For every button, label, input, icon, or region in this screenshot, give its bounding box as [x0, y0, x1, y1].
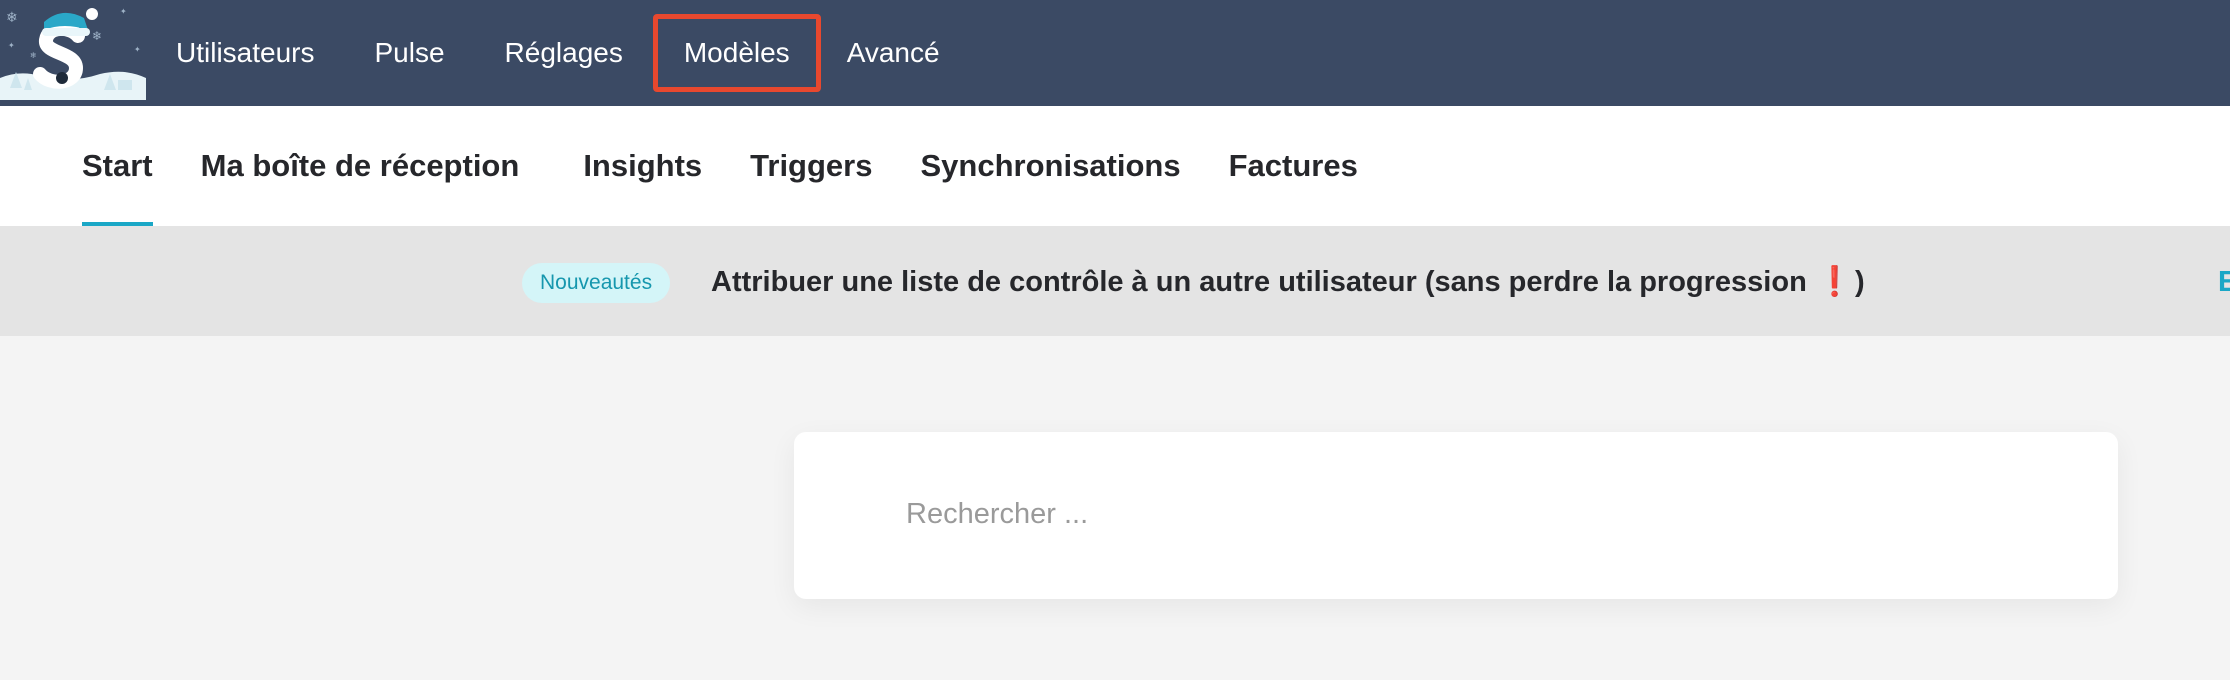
news-badge[interactable]: Nouveautés	[522, 263, 671, 303]
search-input[interactable]	[906, 484, 2056, 544]
sub-tab-bar: Start Ma boîte de réception Insights Tri…	[0, 106, 2230, 226]
nav-pulse[interactable]: Pulse	[374, 39, 444, 67]
app-logo-icon[interactable]: ❄ ❄ ❄ ✦ ✦ ✦	[0, 0, 146, 100]
announcement-message: Attribuer une liste de contrôle à un aut…	[711, 266, 1807, 298]
tab-inbox[interactable]: Ma boîte de réception	[201, 106, 520, 226]
announcement-banner: Nouveautés Attribuer une liste de contrô…	[0, 226, 2230, 336]
svg-text:❄: ❄	[6, 10, 18, 26]
svg-text:❄: ❄	[92, 29, 102, 43]
main-nav: Utilisateurs Pulse Réglages Modèles Avan…	[176, 0, 940, 106]
svg-text:✦: ✦	[8, 41, 15, 50]
tab-start[interactable]: Start	[82, 106, 153, 226]
announcement-link-cut[interactable]: E	[2218, 262, 2230, 302]
nav-utilisateurs[interactable]: Utilisateurs	[176, 39, 314, 67]
sub-tabs: Start Ma boîte de réception Insights Tri…	[82, 106, 1358, 226]
svg-text:✦: ✦	[134, 45, 141, 54]
tab-insights[interactable]: Insights	[583, 106, 702, 226]
exclamation-icon: ❗	[1816, 266, 1853, 298]
search-card	[794, 432, 2118, 599]
nav-reglages[interactable]: Réglages	[505, 39, 623, 67]
tab-triggers[interactable]: Triggers	[750, 106, 872, 226]
nav-modeles[interactable]: Modèles	[652, 14, 821, 92]
svg-text:✦: ✦	[120, 7, 127, 16]
svg-text:❄: ❄	[30, 51, 37, 60]
announcement-close-paren: )	[1854, 266, 1865, 298]
nav-avance[interactable]: Avancé	[847, 39, 940, 67]
tab-factures[interactable]: Factures	[1229, 106, 1358, 226]
top-navigation-bar: ❄ ❄ ❄ ✦ ✦ ✦ Utilisateurs Pulse Réglages …	[0, 0, 2230, 106]
announcement-text[interactable]: Attribuer une liste de contrôle à un aut…	[711, 262, 1865, 302]
tab-synchronisations[interactable]: Synchronisations	[920, 106, 1180, 226]
